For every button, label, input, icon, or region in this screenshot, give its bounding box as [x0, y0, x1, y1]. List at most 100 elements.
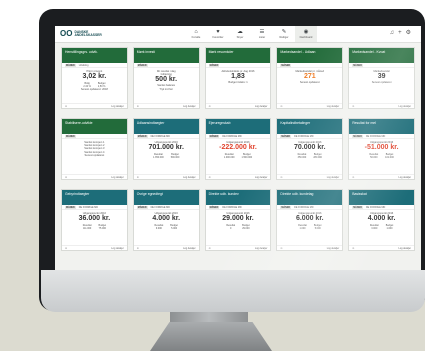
nav-item-favoritter[interactable]: ♥ Favoritter [207, 26, 229, 42]
details-link[interactable]: Log detaljer [111, 176, 124, 179]
details-link[interactable]: Log detaljer [183, 247, 196, 250]
card-footer: ⊙ Log detaljer [277, 103, 343, 108]
comparison-value: 1.350.000 [153, 156, 164, 160]
period-tag[interactable]: MÅNED [136, 134, 148, 138]
comparison-item: Resultat 3.000 [370, 224, 379, 230]
nav-item-dashboard[interactable]: ◉ Dashboard [295, 26, 317, 42]
card-title: Gebyrindtaegter [62, 190, 127, 205]
card-title: Resultat for mel [349, 119, 414, 134]
details-link[interactable]: Log detaljer [111, 247, 124, 250]
details-link[interactable]: Log detaljer [183, 105, 196, 108]
period-tag[interactable]: MÅNED [280, 205, 292, 209]
card-footer: ⊙ Log detaljer [62, 103, 127, 108]
period-tag[interactable]: MÅNED [208, 63, 220, 67]
info-icon[interactable]: ⊙ [137, 176, 139, 179]
brand-logo[interactable]: OO DANSKE ANDELSKASSER [60, 30, 102, 38]
details-link[interactable]: Log detaljer [255, 105, 268, 108]
details-link[interactable]: Log detaljer [255, 247, 268, 250]
monitor-screen: OO DANSKE ANDELSKASSER ⌂ Forside ♥ Favoritt… [55, 26, 421, 270]
period-tag[interactable]: MÅNED [65, 134, 76, 138]
comparison-item: Resultat 350.000 [298, 153, 307, 159]
add-icon[interactable]: + [398, 30, 402, 37]
comparison-value: 75.000 [98, 227, 106, 231]
info-icon[interactable]: ⊙ [209, 247, 211, 250]
nav-item-forside[interactable]: ⌂ Forside [185, 26, 207, 42]
nav-item-rediger[interactable]: ✎ Rediger [273, 26, 295, 42]
filter-label: DE FORRIGE MD [365, 205, 386, 209]
card-value: -51.000 kr. [364, 144, 399, 152]
settings-icon[interactable]: ⚙ [406, 30, 411, 37]
period-tag[interactable]: MÅNED [352, 134, 363, 138]
card-comparison: Resultat 50.000 Budget 101.000 [352, 153, 411, 159]
notification-icon[interactable]: ♫ [390, 30, 395, 37]
card-body: Samlet kompen 1 Samlet kompen 2 Samlet kom… [62, 139, 127, 159]
details-link[interactable]: Log detaljer [255, 176, 268, 179]
card-title: Stabilisere-udvikle [62, 119, 127, 134]
period-tag[interactable]: MÅNED [208, 134, 220, 138]
dashboard-card[interactable]: Markedsandel - Udlaan MÅNED Markedsandel p… [276, 47, 344, 109]
dashboard-card[interactable]: Markedsandel - Kvoat MÅNED Markedsandel 39 S… [348, 47, 415, 109]
details-link[interactable]: Log detaljer [111, 105, 124, 108]
card-comparison: Resultat 1.000.000 Budget 1.500.000 [209, 153, 268, 159]
nav-item-skyer[interactable]: ☁ Skyer [229, 26, 251, 42]
card-footer: ⊙ Log detaljer [133, 174, 199, 179]
dashboard-card[interactable]: Basisskat MÅNED DE FORRIGE MD Udgangspunkt … [348, 189, 415, 251]
period-tag[interactable]: MÅNED [136, 63, 148, 67]
info-icon[interactable]: ⊙ [65, 247, 67, 250]
period-tag[interactable]: MÅNED [65, 205, 76, 209]
comparison-item: Budget 5.000 [314, 224, 322, 230]
dashboard-card[interactable]: Henstillingsgrs. udvik. MÅNED Udvikling Pli… [61, 47, 128, 109]
info-icon[interactable]: ⊙ [209, 176, 211, 179]
period-tag[interactable]: MÅNED [136, 205, 148, 209]
dashboard-card[interactable]: Gebyrindtaegter MÅNED DE FORRIGE MD Udgangs… [61, 189, 128, 251]
info-icon[interactable]: ⊙ [280, 105, 282, 108]
dashboard-card[interactable]: Mørk resurnkder MÅNED Aktivitetsindeks pr.… [204, 47, 272, 109]
info-icon[interactable]: ⊙ [280, 176, 282, 179]
info-icon[interactable]: ⊙ [352, 176, 354, 179]
info-icon[interactable]: ⊙ [209, 105, 211, 108]
period-tag[interactable]: MÅNED [280, 134, 292, 138]
dashboard-card[interactable]: Udlaansindtaegter MÅNED DE FORRIGE MD Udgan… [132, 118, 200, 180]
card-footer: ⊙ Log detaljer [62, 174, 127, 179]
info-icon[interactable]: ⊙ [352, 105, 354, 108]
period-tag[interactable]: MÅNED [352, 63, 363, 67]
details-link[interactable]: Log detaljer [399, 247, 412, 250]
nav-label: Rediger [279, 36, 289, 39]
info-icon[interactable]: ⊙ [137, 105, 139, 108]
card-footer: ⊙ Log detaljer [349, 103, 414, 108]
nav-item-lister[interactable]: ☰ Lister [251, 26, 273, 42]
card-body: Udgangspunkt 2016 -222.000 kr. Resultat 1.0… [206, 139, 271, 161]
card-text: Budget indeks: 1 [228, 81, 248, 85]
info-icon[interactable]: ⊙ [65, 105, 67, 108]
dashboard-card[interactable]: Direkte udb. kundev MÅNED DE FORRIGE MD Udg… [204, 189, 272, 251]
details-link[interactable]: Log detaljer [399, 105, 412, 108]
dashboard-card[interactable]: Stabilisere-udvikle MÅNED Samlet kompen 1S… [61, 118, 128, 180]
dashboard-card[interactable]: Ejeruregnskab MÅNED DE FORRIGE MD Udgangspu… [204, 118, 272, 180]
dashboard-card[interactable]: Resultat for mel MÅNED DE FORRIGE MD Udgang… [348, 118, 415, 180]
logo-mark: OO [60, 29, 73, 38]
details-link[interactable]: Log detaljer [327, 247, 340, 250]
comparison-value: 1.500.000 [241, 156, 253, 160]
nav-label: Forside [191, 36, 201, 39]
dashboard-card[interactable]: Mørk investi MÅNED Dit resultat i dag Indtj… [132, 47, 200, 109]
card-value: 4.000 kr. [152, 215, 181, 223]
card-body: Udgangspunkt 2016 36.000 kr. Resultat 111.0… [62, 210, 127, 232]
filter-label: DE FORRIGE MD [365, 134, 386, 138]
details-link[interactable]: Log detaljer [399, 176, 412, 179]
info-icon[interactable]: ⊙ [352, 247, 354, 250]
card-body: Markedsandel 39 Senest opdateret [349, 68, 414, 86]
period-tag[interactable]: MÅNED [208, 205, 220, 209]
details-link[interactable]: Log detaljer [327, 176, 340, 179]
period-tag[interactable]: MÅNED [280, 63, 292, 67]
dashboard-card[interactable]: Direkte udb. kundelag MÅNED DE FORRIGE MD U… [276, 189, 344, 251]
info-icon[interactable]: ⊙ [137, 247, 139, 250]
details-link[interactable]: Log detaljer [327, 105, 340, 108]
dashboard-card[interactable]: Ovrige egnedtegt MÅNED DE FORRIGE MD Udgang… [132, 189, 200, 251]
info-icon[interactable]: ⊙ [65, 176, 67, 179]
period-tag[interactable]: MÅNED [65, 63, 76, 67]
dashboard-card[interactable]: Kapitalindbetalinger MÅNED DE FORRIGE MD Ud… [276, 118, 344, 180]
info-icon[interactable]: ⊙ [280, 247, 282, 250]
details-link[interactable]: Log detaljer [183, 176, 196, 179]
period-tag[interactable]: MÅNED [352, 205, 363, 209]
card-body: Udgangspunkt 2016 4.000 kr. Resultat 9.000 B… [134, 210, 199, 232]
